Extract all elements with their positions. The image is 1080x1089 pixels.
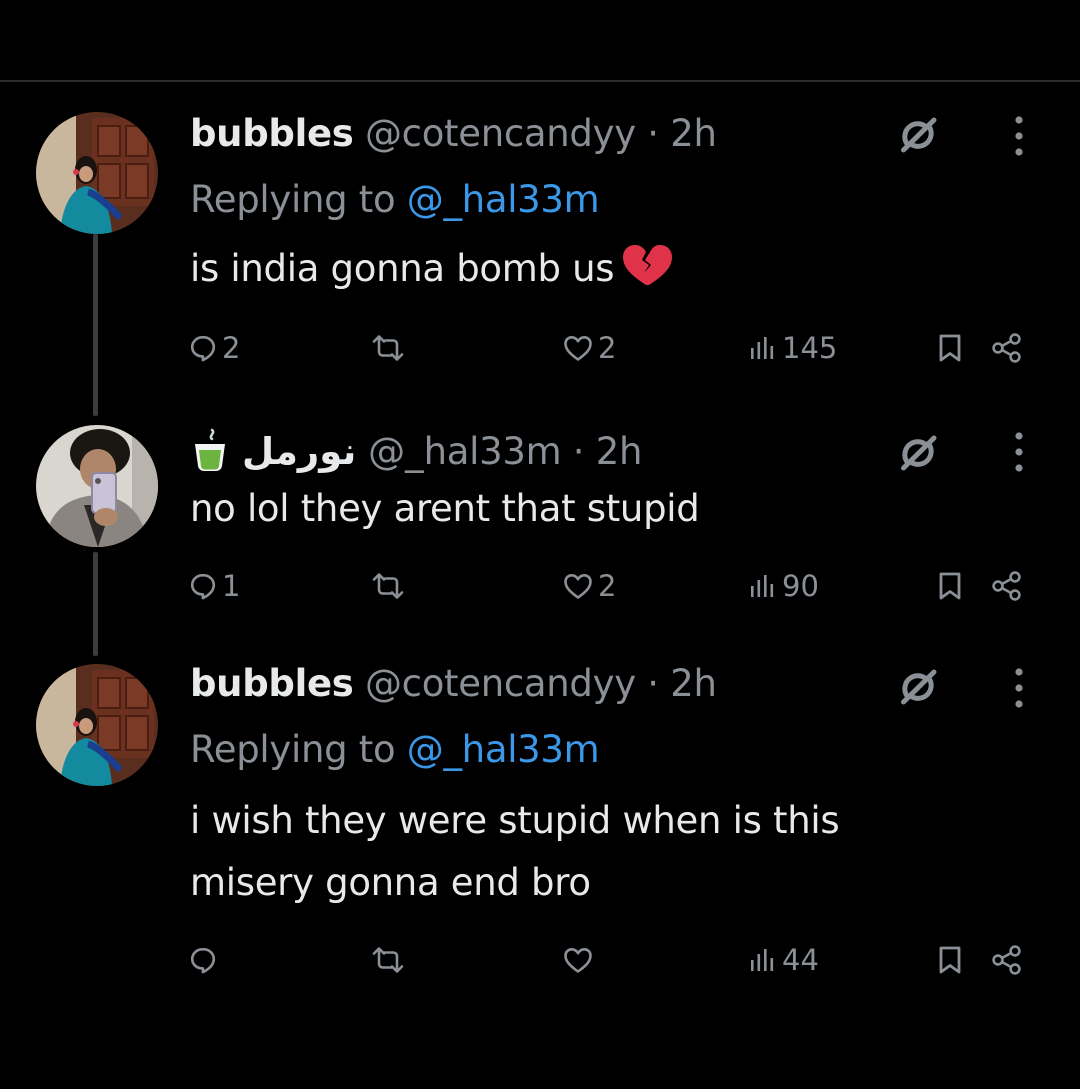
share-button[interactable] <box>990 566 1024 606</box>
reply-icon <box>188 945 218 975</box>
views-icon <box>748 333 778 363</box>
reply-button[interactable]: 1 <box>188 566 240 606</box>
reply-icon <box>188 571 218 601</box>
more-icon[interactable] <box>1012 430 1026 474</box>
top-divider <box>0 80 1080 82</box>
repost-button[interactable] <box>370 940 410 980</box>
mention-link[interactable]: @_hal33m <box>407 728 600 771</box>
tweet-text-line: i wish they were stupid when is this <box>190 799 840 842</box>
tweet-actions: 44 <box>0 940 1080 980</box>
bookmark-icon <box>935 944 965 976</box>
like-button[interactable]: 2 <box>562 328 616 368</box>
share-button[interactable] <box>990 940 1024 980</box>
share-icon <box>990 570 1024 602</box>
grok-icon[interactable] <box>893 662 943 712</box>
tweet-text: no lol they arent that stupid <box>190 478 700 540</box>
share-icon <box>990 332 1024 364</box>
more-icon[interactable] <box>1012 666 1026 710</box>
view-count: 90 <box>782 569 819 603</box>
tweet-header: bubbles @cotencandyy · 2h <box>190 662 717 706</box>
repost-button[interactable] <box>370 328 410 368</box>
timestamp[interactable]: 2h <box>596 430 643 473</box>
separator-dot: · <box>572 430 585 473</box>
views-button[interactable]: 145 <box>748 328 837 368</box>
timestamp[interactable]: 2h <box>670 662 717 705</box>
views-icon <box>748 571 778 601</box>
avatar[interactable] <box>36 425 158 547</box>
grok-icon[interactable] <box>893 110 943 160</box>
tweet-actions: 2 2 145 <box>0 328 1080 368</box>
broken-heart-icon <box>623 245 673 285</box>
bookmark-icon <box>935 570 965 602</box>
like-button[interactable] <box>562 940 598 980</box>
reply-icon <box>188 333 218 363</box>
display-name[interactable]: bubbles <box>190 112 354 155</box>
display-name[interactable]: bubbles <box>190 662 354 705</box>
replying-to-label: Replying to <box>190 728 396 771</box>
replying-to-line: Replying to @_hal33m <box>190 178 600 222</box>
mention-link[interactable]: @_hal33m <box>407 178 600 221</box>
replying-to-label: Replying to <box>190 178 396 221</box>
separator-dot: · <box>647 112 659 155</box>
repost-icon <box>370 944 406 976</box>
bookmark-icon <box>935 332 965 364</box>
reply-count: 2 <box>222 331 241 365</box>
like-count: 2 <box>598 569 617 603</box>
view-count: 145 <box>782 331 838 365</box>
grok-icon[interactable] <box>893 428 943 478</box>
share-icon <box>990 944 1024 976</box>
reply-button[interactable] <box>188 940 222 980</box>
repost-icon <box>370 570 406 602</box>
bookmark-button[interactable] <box>935 328 965 368</box>
heart-icon <box>562 570 594 602</box>
share-button[interactable] <box>990 328 1024 368</box>
views-icon <box>748 945 778 975</box>
reply-count: 1 <box>222 569 241 603</box>
avatar[interactable] <box>36 664 158 786</box>
repost-icon <box>370 332 406 364</box>
heart-icon <box>562 332 594 364</box>
reply-button[interactable]: 2 <box>188 328 240 368</box>
tweet-header: نورمل @_hal33m · 2h <box>190 428 642 474</box>
like-button[interactable]: 2 <box>562 566 616 606</box>
tweet-text-line: misery gonna end bro <box>190 861 591 904</box>
views-button[interactable]: 90 <box>748 566 819 606</box>
user-handle[interactable]: @_hal33m <box>368 430 562 473</box>
timestamp[interactable]: 2h <box>670 112 717 155</box>
tweet-header: bubbles @cotencandyy · 2h <box>190 112 717 156</box>
tweet-actions: 1 2 90 <box>0 566 1080 606</box>
thread-line <box>93 234 98 416</box>
tweet-text: i wish they were stupid when is this mis… <box>190 790 840 914</box>
view-count: 44 <box>782 943 819 977</box>
views-button[interactable]: 44 <box>748 940 819 980</box>
like-count: 2 <box>598 331 617 365</box>
tweet-text-content: no lol they arent that stupid <box>190 487 700 530</box>
bookmark-button[interactable] <box>935 940 965 980</box>
avatar[interactable] <box>36 112 158 234</box>
separator-dot: · <box>647 662 659 705</box>
user-handle[interactable]: @cotencandyy <box>365 662 636 705</box>
user-handle[interactable]: @cotencandyy <box>365 112 636 155</box>
tweet-text-content: is india gonna bomb us <box>190 247 615 290</box>
heart-icon <box>562 944 594 976</box>
replying-to-line: Replying to @_hal33m <box>190 728 600 772</box>
more-icon[interactable] <box>1012 114 1026 158</box>
green-tea-cup-icon <box>195 428 225 471</box>
bookmark-button[interactable] <box>935 566 965 606</box>
repost-button[interactable] <box>370 566 410 606</box>
display-name[interactable]: نورمل <box>242 430 357 473</box>
tweet-text: is india gonna bomb us <box>190 238 673 300</box>
